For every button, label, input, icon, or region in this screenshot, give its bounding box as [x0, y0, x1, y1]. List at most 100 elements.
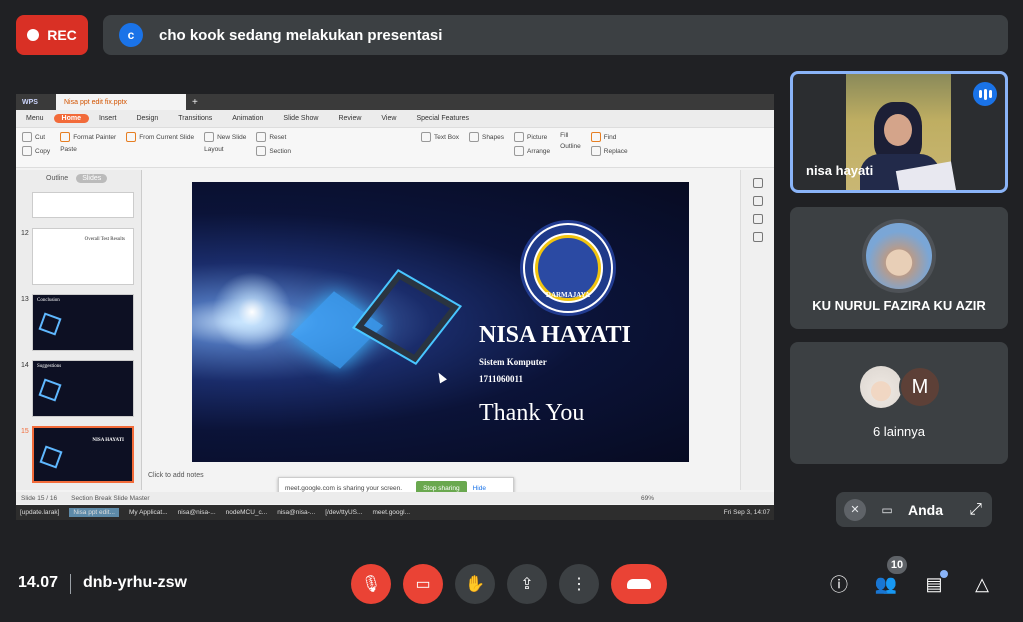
activities-button[interactable]: △ — [968, 570, 996, 598]
format-painter-button[interactable]: Format Painter — [60, 132, 116, 142]
slide-thumbnail[interactable]: Overall Test Results — [32, 228, 134, 285]
menu-item-transitions[interactable]: Transitions — [168, 115, 222, 122]
slide-thumbnail[interactable]: Conclusion — [32, 294, 134, 351]
raise-hand-button[interactable]: ✋ — [455, 564, 495, 604]
section-icon — [256, 146, 267, 156]
chat-notification-dot — [940, 570, 948, 578]
shared-screen: WPS Nisa ppt edit fix.pptx + Menu Home I… — [16, 94, 774, 520]
text-box-icon — [421, 132, 432, 142]
layout-button[interactable]: Layout — [204, 146, 246, 153]
share-text: meet.google.com is sharing your screen. — [285, 484, 403, 492]
animation-icon[interactable] — [752, 196, 763, 206]
slide-icon — [204, 132, 215, 142]
wps-logo[interactable]: WPS — [16, 99, 56, 106]
people-icon: 👥 — [874, 573, 898, 594]
record-dot-icon — [27, 29, 40, 41]
present-button[interactable]: ⇪ — [507, 564, 547, 604]
taskbar-item[interactable]: meet.googl... — [372, 509, 410, 516]
menu-item-animation[interactable]: Animation — [222, 115, 273, 122]
slide-student-id: 1711060011 — [479, 374, 524, 384]
new-slide-button[interactable]: New Slide — [204, 132, 246, 142]
cube-graphic — [39, 445, 63, 469]
cube-graphic — [38, 378, 62, 402]
slide-thumbnail[interactable] — [32, 192, 134, 218]
notes-placeholder[interactable]: Click to add notes — [148, 472, 204, 479]
menu-item-insert[interactable]: Insert — [89, 115, 127, 122]
picture-button[interactable]: Picture — [514, 132, 550, 142]
taskbar-item[interactable]: nisa@nisa-... — [277, 509, 315, 516]
os-taskbar: [update.larak] Nisa ppt edit... My Appli… — [16, 505, 774, 520]
avatar — [860, 366, 902, 408]
taskbar-item[interactable]: My Applicat... — [129, 509, 168, 516]
wire-cube-graphic — [351, 269, 463, 365]
outline-button[interactable]: Outline — [560, 143, 581, 150]
mic-off-icon: 🎙 — [360, 576, 382, 593]
new-tab-icon[interactable]: + — [192, 97, 198, 108]
banner-text: cho kook sedang melakukan presentasi — [159, 26, 443, 44]
taskbar-item[interactable]: nodeMCU_c... — [226, 509, 268, 516]
file-tab[interactable]: Nisa ppt edit fix.pptx — [56, 94, 186, 110]
phone-hangup-icon — [627, 579, 651, 589]
copy-button[interactable]: Copy — [22, 146, 50, 156]
taskbar-item[interactable]: [/dev/ttyUS... — [325, 509, 362, 516]
hide-button[interactable]: Hide — [473, 485, 486, 492]
from-current-slide-button[interactable]: From Current Slide — [126, 132, 194, 142]
tab-outline[interactable]: Outline — [46, 175, 68, 182]
reset-button[interactable]: Reset — [256, 132, 291, 142]
camera-off-icon: ▭ — [415, 576, 431, 593]
menu-item-home[interactable]: Home — [53, 114, 89, 123]
slide-thumbnail[interactable]: Suggestions — [32, 360, 134, 417]
participant-tile-speaker[interactable]: nisa hayati — [790, 71, 1008, 193]
menu-item-review[interactable]: Review — [328, 115, 371, 122]
taskbar-item[interactable]: nisa@nisa-... — [178, 509, 216, 516]
ribbon: Cut Copy Format Painter Paste From Curre… — [16, 128, 774, 168]
history-icon[interactable] — [752, 232, 763, 242]
camera-off-icon: ▭ — [881, 502, 893, 517]
system-clock: Fri Sep 3, 14:07 — [723, 509, 770, 516]
properties-icon[interactable] — [752, 178, 763, 188]
play-circle-icon — [126, 132, 137, 142]
taskbar-item-active[interactable]: Nisa ppt edit... — [69, 508, 119, 517]
adjust-icon[interactable] — [752, 214, 763, 224]
arrange-button[interactable]: Arrange — [514, 146, 550, 156]
cut-button[interactable]: Cut — [22, 132, 50, 142]
shapes-button[interactable]: Shapes — [468, 132, 504, 142]
slide-thumbnail-selected[interactable]: NISA HAYATI — [32, 426, 134, 483]
shapes-icon: △ — [975, 573, 989, 594]
taskbar-item[interactable]: [update.larak] — [20, 509, 59, 516]
text-box-button[interactable]: Text Box — [421, 132, 459, 142]
more-options-button[interactable]: ⋮ — [559, 564, 599, 604]
slide-program: Sistem Komputer — [479, 357, 547, 367]
menu-item-design[interactable]: Design — [126, 115, 168, 122]
menu-item-special[interactable]: Special Features — [406, 115, 479, 122]
slide-count: Slide 15 / 16 — [21, 494, 58, 502]
menu-item-view[interactable]: View — [371, 115, 406, 122]
zoom-level[interactable]: 69% — [641, 495, 654, 502]
rec-label: REC — [47, 27, 77, 43]
menu-item-slideshow[interactable]: Slide Show — [273, 115, 328, 122]
light-glow — [212, 272, 292, 352]
mic-toggle-button[interactable]: 🎙 — [351, 564, 391, 604]
avatar — [862, 219, 936, 293]
expand-icon[interactable]: ⤢ — [969, 501, 982, 519]
section-button[interactable]: Section — [256, 146, 291, 156]
menu-item-menu[interactable]: Menu — [16, 115, 54, 122]
find-button[interactable]: Find — [590, 132, 628, 142]
cube-graphic — [38, 312, 62, 336]
self-view-tile[interactable]: ✕ ▭ Anda ⤢ — [836, 492, 992, 527]
meeting-info-button[interactable]: ⓘ — [825, 570, 853, 598]
tab-slides[interactable]: Slides — [76, 173, 108, 183]
camera-toggle-button[interactable]: ▭ — [403, 564, 443, 604]
participants-overflow-tile[interactable]: M 6 lainnya — [790, 342, 1008, 464]
replace-button[interactable]: Replace — [590, 146, 628, 156]
presenter-avatar: c — [119, 23, 143, 47]
chat-icon: ▤ — [925, 573, 943, 594]
speaking-indicator-icon — [973, 82, 997, 106]
leave-call-button[interactable] — [611, 564, 667, 604]
people-button[interactable]: 👥 — [872, 570, 900, 598]
fill-button[interactable]: Fill — [560, 132, 581, 139]
self-label: Anda — [908, 501, 943, 518]
paste-button[interactable]: Paste — [60, 146, 116, 153]
current-slide[interactable]: DARMAJAYA NISA HAYATI Sistem Komputer 17… — [192, 182, 689, 462]
participant-tile[interactable]: KU NURUL FAZIRA KU AZIR — [790, 207, 1008, 329]
